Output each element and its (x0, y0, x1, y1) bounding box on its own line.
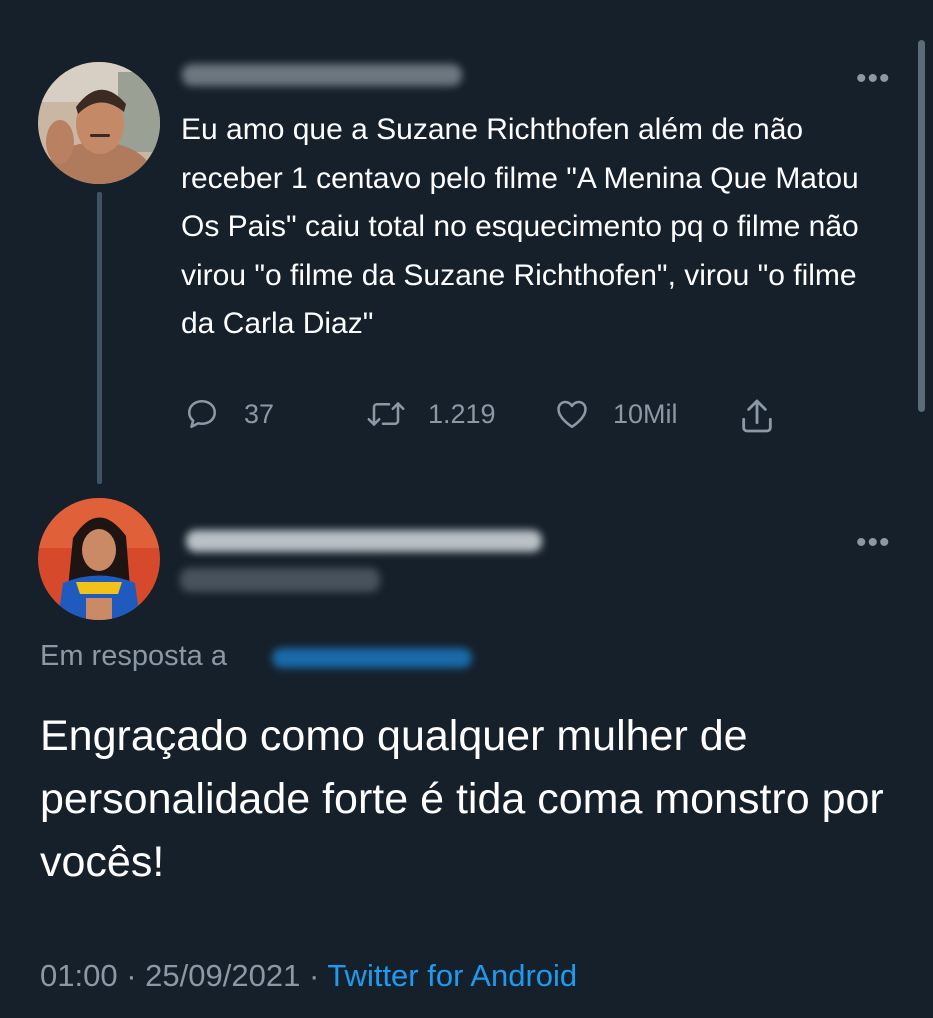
meta-separator: · (126, 958, 137, 993)
more-icon: ••• (856, 62, 891, 95)
author-handle-tweet2[interactable] (180, 568, 380, 592)
like-icon (557, 400, 587, 429)
retweet-count: 1.219 (428, 398, 496, 429)
author-name-tweet1[interactable] (182, 64, 462, 86)
scrollbar[interactable] (918, 40, 925, 412)
reply-context: Em resposta a (40, 640, 227, 673)
author-name-tweet2[interactable] (186, 530, 542, 552)
tweet-metadata: 01:00 · 25/09/2021 · Twitter for Android (40, 958, 577, 994)
more-options-tweet1[interactable]: ••• (856, 62, 891, 96)
avatar-tweet1[interactable] (38, 62, 160, 184)
retweet-icon (367, 402, 405, 426)
share-button[interactable] (737, 396, 777, 436)
reply-icon (187, 399, 217, 429)
share-icon (742, 399, 772, 433)
tweet2-text: Engraçado como qualquer mulher de person… (40, 712, 884, 886)
meta-separator: · (308, 958, 320, 993)
avatar-tweet2[interactable] (38, 498, 160, 620)
reply-prefix: Em resposta a (40, 640, 227, 672)
tweet-source-link[interactable]: Twitter for Android (327, 958, 577, 993)
tweet1-text: Eu amo que a Suzane Richthofen além de n… (181, 113, 859, 340)
tweet-date[interactable]: 25/09/2021 (145, 958, 300, 993)
reply-count: 37 (244, 398, 275, 429)
retweet-button[interactable]: 1.219 (364, 396, 496, 432)
thread-connector-line (97, 192, 102, 484)
reply-button[interactable]: 37 (184, 396, 274, 432)
like-button[interactable]: 10Mil (553, 396, 678, 432)
more-icon: ••• (856, 526, 891, 559)
tweet-time[interactable]: 01:00 (40, 958, 118, 993)
like-count: 10Mil (613, 398, 678, 429)
more-options-tweet2[interactable]: ••• (856, 526, 891, 560)
replied-user-link[interactable] (272, 648, 472, 668)
